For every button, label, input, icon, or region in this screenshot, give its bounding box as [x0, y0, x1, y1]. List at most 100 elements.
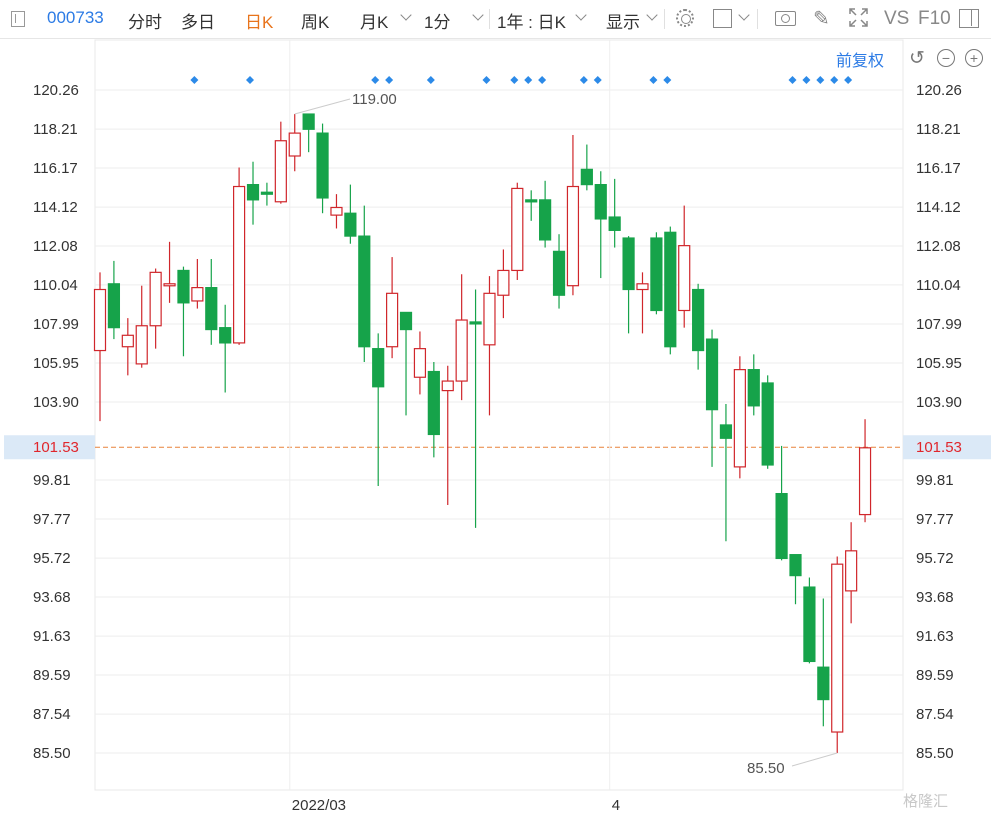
candle-up: [441, 380, 454, 392]
candle-up: [121, 334, 134, 348]
y-tick-label-left: 87.54: [33, 706, 71, 723]
candle-up: [636, 283, 649, 291]
candle-up: [511, 187, 524, 272]
event-marker-icon[interactable]: [816, 76, 825, 84]
candle-down: [358, 235, 371, 348]
candle-down: [747, 369, 760, 407]
watermark-logo: 格隆汇: [903, 793, 949, 810]
candle-down: [608, 216, 621, 231]
plot-frame: [94, 39, 904, 791]
candle-up: [288, 132, 301, 157]
y-tick-label-left: 89.59: [33, 667, 71, 684]
y-tick-label-left: 85.50: [33, 745, 71, 762]
candle-down: [316, 132, 329, 199]
candle-down: [525, 199, 538, 203]
candle-down: [761, 382, 774, 466]
candle-up: [845, 550, 858, 592]
event-marker-icon[interactable]: [510, 76, 519, 84]
y-tick-label-left: 93.68: [33, 589, 71, 606]
candle-up: [858, 447, 872, 516]
candle-up: [330, 206, 343, 216]
candle-up: [274, 140, 287, 203]
candle-down: [594, 184, 607, 220]
candle-up: [386, 292, 399, 348]
candle-down: [580, 168, 593, 186]
event-marker-icon[interactable]: [385, 76, 394, 84]
event-marker-icon[interactable]: [426, 76, 435, 84]
candle-up: [163, 283, 176, 287]
candle-down: [664, 231, 677, 348]
y-tick-label-right: 120.26: [916, 82, 962, 99]
event-marker-icon[interactable]: [830, 76, 839, 84]
candle-down: [817, 666, 830, 701]
event-marker-icon[interactable]: [524, 76, 533, 84]
candle-down: [719, 424, 733, 439]
candle-up: [191, 287, 204, 302]
low-annotation-leader: [791, 752, 838, 767]
candle-down: [789, 554, 802, 577]
candle-down: [775, 492, 788, 560]
candle-up: [233, 185, 246, 344]
event-marker-icon[interactable]: [246, 76, 255, 84]
candle-up: [483, 292, 496, 346]
candle-up: [149, 271, 162, 327]
candle-up: [135, 325, 148, 365]
candle-down: [539, 199, 552, 241]
y-tick-label-right: 93.68: [916, 589, 954, 606]
candle-down: [205, 287, 218, 331]
y-tick-label-right: 105.95: [916, 355, 962, 372]
y-tick-label-left: 120.26: [33, 82, 79, 99]
y-tick-label-left: 101.53: [33, 439, 79, 456]
y-tick-label-right: 114.12: [916, 199, 961, 216]
candle-down: [372, 348, 385, 388]
y-tick-label-left: 95.72: [33, 550, 71, 567]
y-tick-label-left: 97.77: [33, 511, 71, 528]
event-marker-icon[interactable]: [649, 76, 658, 84]
event-marker-icon[interactable]: [663, 76, 672, 84]
x-tick-label: 2022/03: [292, 797, 346, 814]
candle-down: [692, 288, 705, 352]
candle-down: [622, 237, 635, 291]
y-tick-label-right: 112.08: [916, 238, 961, 255]
candle-down: [344, 212, 357, 237]
event-marker-icon[interactable]: [579, 76, 588, 84]
candle-up: [678, 245, 691, 312]
event-marker-icon[interactable]: [538, 76, 547, 84]
candlestick-chart[interactable]: 120.26 120.26 118.21 118.21 116.17 116.17 114.…: [0, 0, 991, 820]
y-tick-label-left: 103.90: [33, 394, 79, 411]
candle-down: [705, 338, 719, 411]
candle-up: [413, 348, 427, 378]
candle-down: [399, 311, 413, 331]
y-tick-label-right: 101.53: [916, 439, 962, 456]
candle-down: [302, 113, 315, 130]
event-marker-icon[interactable]: [844, 76, 853, 84]
candle-down: [469, 321, 482, 325]
y-tick-label-right: 91.63: [916, 628, 954, 645]
candle-down: [427, 370, 440, 436]
event-marker-icon[interactable]: [593, 76, 602, 84]
candle-up: [497, 269, 510, 296]
candle-up: [455, 319, 468, 382]
x-tick-label: 4: [612, 797, 620, 814]
event-marker-icon[interactable]: [190, 76, 199, 84]
y-tick-label-right: 103.90: [916, 394, 962, 411]
y-tick-label-right: 85.50: [916, 745, 954, 762]
y-tick-label-right: 99.81: [916, 472, 954, 489]
candle-down: [260, 191, 274, 195]
y-tick-label-left: 105.95: [33, 355, 79, 372]
event-marker-icon[interactable]: [371, 76, 380, 84]
event-marker-icon[interactable]: [788, 76, 797, 84]
candle-down: [177, 269, 190, 304]
event-marker-icon[interactable]: [802, 76, 811, 84]
candle-up: [566, 185, 580, 287]
y-tick-label-left: 99.81: [33, 472, 71, 489]
candle-up: [733, 369, 746, 468]
y-tick-label-left: 118.21: [33, 121, 78, 138]
candle-up: [93, 288, 107, 352]
candle-down: [219, 327, 232, 344]
low-price-annotation: 85.50: [747, 760, 785, 777]
y-tick-label-left: 91.63: [33, 628, 71, 645]
y-tick-label-right: 116.17: [916, 160, 961, 177]
y-tick-label-right: 110.04: [916, 277, 961, 294]
event-marker-icon[interactable]: [482, 76, 491, 84]
